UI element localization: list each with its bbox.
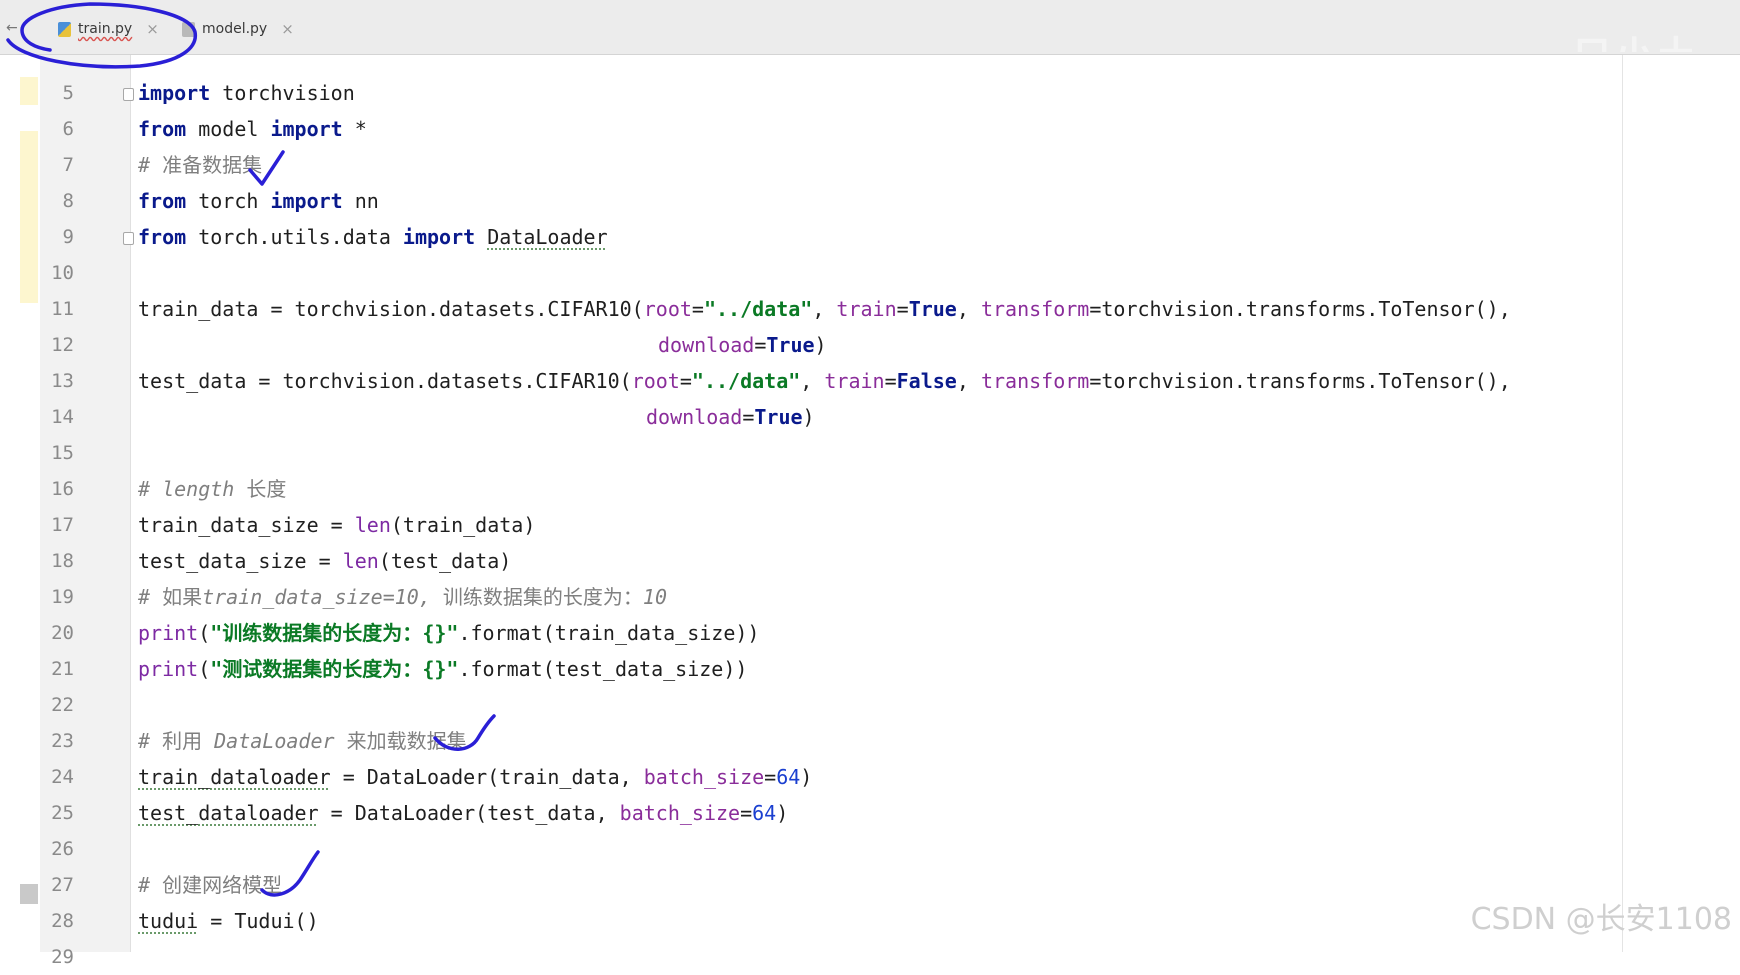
code-text: tudui = Tudui() (138, 909, 319, 933)
line-number: 7 (62, 154, 74, 176)
code-line[interactable]: 29 (0, 939, 1740, 975)
editor-tab-bar: ← train.py × model.py × 一只小土 (0, 0, 1740, 55)
tab-label: train.py (78, 21, 133, 37)
code-text: train_data_size = len(train_data) (138, 513, 536, 537)
python-file-icon (182, 21, 195, 37)
code-line[interactable]: 14 download=True) (0, 399, 1740, 435)
code-line[interactable]: 10 (0, 255, 1740, 291)
code-line[interactable]: 15 (0, 435, 1740, 471)
python-file-icon (58, 21, 71, 37)
code-text: test_dataloader = DataLoader(test_data, … (138, 801, 789, 825)
code-text: # 准备数据集 (138, 153, 263, 177)
close-icon[interactable]: × (281, 20, 294, 38)
line-number: 10 (51, 262, 74, 284)
line-number: 11 (51, 298, 74, 320)
code-text: # 如果train_data_size=10, 训练数据集的长度为：10 (138, 585, 668, 609)
tab-scroll-left-icon[interactable]: ← (6, 20, 18, 36)
code-line[interactable]: 11 train_data = torchvision.datasets.CIF… (0, 291, 1740, 327)
line-number: 14 (51, 406, 74, 428)
code-line[interactable]: 18 test_data_size = len(test_data) (0, 543, 1740, 579)
code-line[interactable]: 19 # 如果train_data_size=10, 训练数据集的长度为：10 (0, 579, 1740, 615)
line-number: 28 (51, 910, 74, 932)
line-number: 24 (51, 766, 74, 788)
video-watermark: 一只小土 (1530, 24, 1740, 52)
line-number: 6 (62, 118, 74, 140)
line-number: 22 (51, 694, 74, 716)
code-text: train_dataloader = DataLoader(train_data… (138, 765, 813, 789)
line-number: 25 (51, 802, 74, 824)
code-line[interactable]: 9 from torch.utils.data import DataLoade… (0, 219, 1740, 255)
line-number: 9 (62, 226, 74, 248)
code-line[interactable]: 24 train_dataloader = DataLoader(train_d… (0, 759, 1740, 795)
code-line[interactable]: 7 # 准备数据集 (0, 147, 1740, 183)
code-text: # 创建网络模型 (138, 873, 283, 897)
csdn-watermark: CSDN @长安1108 (1470, 902, 1732, 937)
code-line[interactable]: 6 from model import * (0, 111, 1740, 147)
code-text: download=True) (658, 333, 827, 357)
line-number: 26 (51, 838, 74, 860)
line-number: 5 (62, 82, 74, 104)
code-text: print("测试数据集的长度为：{}".format(test_data_si… (138, 657, 748, 681)
code-line[interactable]: 17 train_data_size = len(train_data) (0, 507, 1740, 543)
line-number: 17 (51, 514, 74, 536)
code-text: test_data = torchvision.datasets.CIFAR10… (138, 369, 1511, 393)
code-text: from torch import nn (138, 189, 379, 213)
code-text: # length 长度 (138, 477, 287, 501)
code-text: import torchvision (138, 81, 355, 105)
line-number: 21 (51, 658, 74, 680)
code-text: train_data = torchvision.datasets.CIFAR1… (138, 297, 1511, 321)
code-editor[interactable]: 5 import torchvision 6 from model import… (0, 55, 1740, 968)
tab-train-py[interactable]: train.py × (58, 14, 159, 44)
code-line[interactable]: 16 # length 长度 (0, 471, 1740, 507)
code-text: from model import * (138, 117, 367, 141)
code-line[interactable]: 5 import torchvision (0, 75, 1740, 111)
line-number: 19 (51, 586, 74, 608)
code-text: # 利用 DataLoader 来加载数据集 (138, 729, 467, 753)
code-line[interactable]: 22 (0, 687, 1740, 723)
code-text: test_data_size = len(test_data) (138, 549, 512, 573)
line-number: 15 (51, 442, 74, 464)
code-line[interactable]: 13 test_data = torchvision.datasets.CIFA… (0, 363, 1740, 399)
line-number: 18 (51, 550, 74, 572)
tab-label: model.py (202, 21, 268, 37)
code-line[interactable]: 8 from torch import nn (0, 183, 1740, 219)
code-text: from torch.utils.data import DataLoader (138, 225, 608, 249)
code-line[interactable]: 12 download=True) (0, 327, 1740, 363)
line-number: 8 (62, 190, 74, 212)
code-text: print("训练数据集的长度为：{}".format(train_data_s… (138, 621, 760, 645)
line-number: 13 (51, 370, 74, 392)
line-number: 27 (51, 874, 74, 896)
code-line[interactable]: 20 print("训练数据集的长度为：{}".format(train_dat… (0, 615, 1740, 651)
line-number: 16 (51, 478, 74, 500)
tab-model-py[interactable]: model.py × (182, 14, 294, 44)
line-number: 29 (51, 946, 74, 968)
fold-icon[interactable] (123, 88, 134, 101)
code-line[interactable]: 25 test_dataloader = DataLoader(test_dat… (0, 795, 1740, 831)
fold-icon[interactable] (123, 232, 134, 245)
line-number: 12 (51, 334, 74, 356)
code-line[interactable]: 26 (0, 831, 1740, 867)
close-icon[interactable]: × (146, 20, 159, 38)
line-number: 23 (51, 730, 74, 752)
line-number: 20 (51, 622, 74, 644)
code-line[interactable]: 21 print("测试数据集的长度为：{}".format(test_data… (0, 651, 1740, 687)
code-line[interactable]: 23 # 利用 DataLoader 来加载数据集 (0, 723, 1740, 759)
code-text: download=True) (646, 405, 815, 429)
